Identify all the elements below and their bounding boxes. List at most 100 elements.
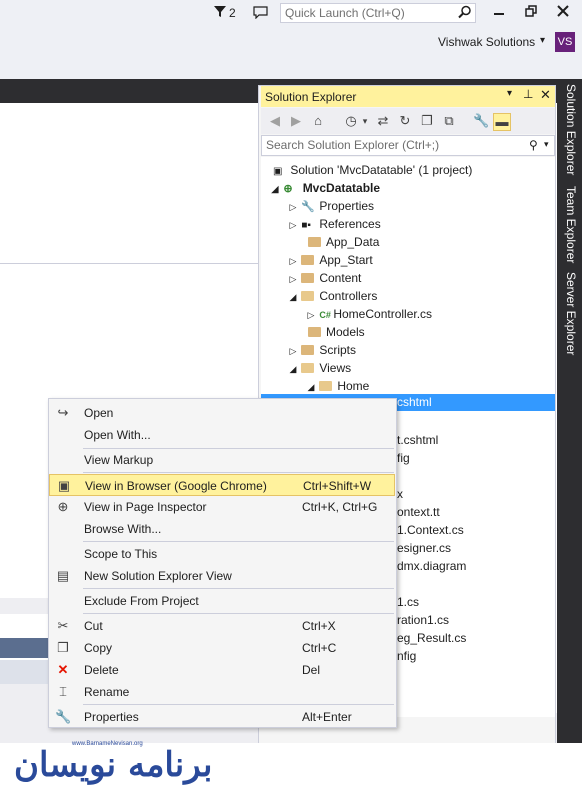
tree-node-scripts[interactable]: ▷ Scripts [288,341,357,360]
menu-separator [83,588,394,589]
panel-menu-icon[interactable]: ▾ [507,88,512,99]
preview-icon[interactable]: ▬ [493,113,511,131]
back-icon[interactable]: ◀ [267,113,283,129]
tab-solution-explorer[interactable]: Solution Explorer [558,84,578,175]
collapse-all-icon[interactable]: ❐ [419,113,435,129]
tree-node-partial[interactable]: esigner.cs [397,539,451,557]
side-tab-strip [557,79,582,743]
menu-item-cut[interactable]: ✂ Cut Ctrl+X [49,615,395,637]
menu-item-scope-to-this[interactable]: Scope to This [49,543,395,565]
expanded-arrow-icon[interactable]: ◢ [270,180,280,198]
account-name[interactable]: Vishwak Solutions [438,35,535,49]
account-dropdown-icon[interactable]: ▾ [540,35,545,46]
web-project-icon: ⊕ [283,183,293,195]
tree-node-solution[interactable]: ▣ Solution 'MvcDatatable' (1 project) [273,161,472,179]
collapsed-arrow-icon[interactable]: ▷ [306,306,316,324]
refresh-icon[interactable]: ↻ [397,113,413,129]
folder-icon [301,273,315,283]
menu-item-open[interactable]: ↪ Open [49,402,395,424]
tree-node-properties[interactable]: ▷ 🔧 Properties [288,197,375,216]
tree-node-partial[interactable]: 1.Context.cs [397,521,464,539]
menu-item-view-in-browser[interactable]: ▣ View in Browser (Google Chrome) Ctrl+S… [49,474,395,496]
tree-node-partial[interactable]: ontext.tt [397,503,440,521]
menu-item-exclude[interactable]: Exclude From Project [49,590,395,612]
tree-node-project[interactable]: ◢ ⊕ MvcDatatable [270,179,381,198]
dropdown-icon[interactable]: ▾ [357,113,373,129]
tree-node-app-start[interactable]: ▷ App_Start [288,251,373,269]
csharp-file-icon: C# [319,310,331,320]
tree-node-views[interactable]: ◢ Views [288,359,352,378]
solution-explorer-title-bar[interactable]: Solution Explorer ▾ ⊥ ✕ [261,86,555,107]
menu-separator [83,613,394,614]
rename-icon: ⌶ [59,684,67,699]
collapsed-arrow-icon[interactable]: ▷ [288,198,298,216]
close-button[interactable] [554,5,572,19]
tree-node-partial[interactable]: 1.cs [397,593,419,611]
copy-icon: ❐ [57,640,69,655]
menu-item-page-inspector[interactable]: ⊕ View in Page Inspector Ctrl+K, Ctrl+G [49,496,395,518]
open-folder-icon [301,291,315,301]
collapsed-arrow-icon[interactable]: ▷ [288,216,298,234]
forward-icon[interactable]: ▶ [288,113,304,129]
tree-node-partial[interactable]: t.cshtml [397,431,438,449]
tree-node-models[interactable]: Models [298,323,365,341]
solution-explorer-toolbar: ◀ ▶ ⌂ ◷ ▾ ⇄ ↻ ❐ ⧉ 🔧 ▬ [261,108,555,134]
panel-close-icon[interactable]: ✕ [540,87,551,103]
menu-item-rename[interactable]: ⌶ Rename [49,681,395,703]
quick-launch-input[interactable]: Quick Launch (Ctrl+Q) [280,3,476,23]
collapsed-arrow-icon[interactable]: ▷ [288,270,298,288]
tree-node-references[interactable]: ▷ ■▪ References [288,215,381,233]
tree-node-home-controller[interactable]: ▷ C# HomeController.cs [306,305,433,324]
folder-icon [301,255,315,265]
tree-node-partial[interactable]: dmx.diagram [397,557,466,575]
tree-node-partial[interactable]: eg_Result.cs [397,629,466,647]
collapsed-arrow-icon[interactable]: ▷ [288,342,298,360]
menu-item-copy[interactable]: ❐ Copy Ctrl+C [49,637,395,659]
search-options-icon[interactable]: ▾ [544,139,549,150]
tree-node-app-data[interactable]: App_Data [298,233,379,251]
tree-node-home-folder[interactable]: ◢ Home [306,377,370,396]
menu-separator [83,704,394,705]
properties-wrench-icon[interactable]: 🔧 [473,113,489,129]
notification-count[interactable]: 2 [229,6,236,20]
tree-node-content[interactable]: ▷ Content [288,269,362,288]
browser-icon: ▣ [57,478,71,493]
minimize-button[interactable] [490,5,508,19]
menu-item-open-with[interactable]: Open With... [49,424,395,446]
menu-separator [83,541,394,542]
menu-item-view-markup[interactable]: View Markup [49,449,395,471]
menu-item-properties[interactable]: 🔧 Properties Alt+Enter [49,706,395,728]
search-icon[interactable] [458,5,472,22]
restore-button[interactable] [522,5,540,19]
expanded-arrow-icon[interactable]: ◢ [306,378,316,396]
pin-icon[interactable]: ⊥ [523,87,533,101]
panel-title: Solution Explorer [265,90,357,104]
watermark-logo: برنامه نویسان [14,745,213,785]
tree-node-partial[interactable]: nfig [397,647,416,665]
folder-icon [301,345,315,355]
tab-team-explorer[interactable]: Team Explorer [558,186,578,263]
collapsed-arrow-icon[interactable]: ▷ [288,252,298,270]
tree-node-partial[interactable]: ration1.cs [397,611,449,629]
page-inspector-icon: ⊕ [57,499,69,514]
expanded-arrow-icon[interactable]: ◢ [288,360,298,378]
sync-icon[interactable]: ⇄ [375,113,391,129]
tab-server-explorer[interactable]: Server Explorer [558,272,578,355]
solution-search-input[interactable]: Search Solution Explorer (Ctrl+;) [261,135,555,156]
wrench-icon: 🔧 [301,201,316,213]
filter-icon[interactable] [214,5,226,21]
tree-node-controllers[interactable]: ◢ Controllers [288,287,378,306]
menu-item-delete[interactable]: ✕ Delete Del [49,659,395,681]
feedback-icon[interactable] [253,6,268,22]
home-icon[interactable]: ⌂ [310,113,326,129]
menu-item-new-view[interactable]: ▤ New Solution Explorer View [49,565,395,587]
tree-node-partial[interactable]: x [397,485,403,503]
avatar[interactable]: VS [555,32,575,52]
tree-node-partial[interactable]: fig [397,449,410,467]
menu-item-browse-with[interactable]: Browse With... [49,518,395,540]
selected-item-label[interactable]: cshtml [397,394,432,412]
open-icon: ↪ [57,405,69,420]
show-all-files-icon[interactable]: ⧉ [441,113,457,129]
search-icon[interactable]: ⚲ [529,138,538,152]
expanded-arrow-icon[interactable]: ◢ [288,288,298,306]
